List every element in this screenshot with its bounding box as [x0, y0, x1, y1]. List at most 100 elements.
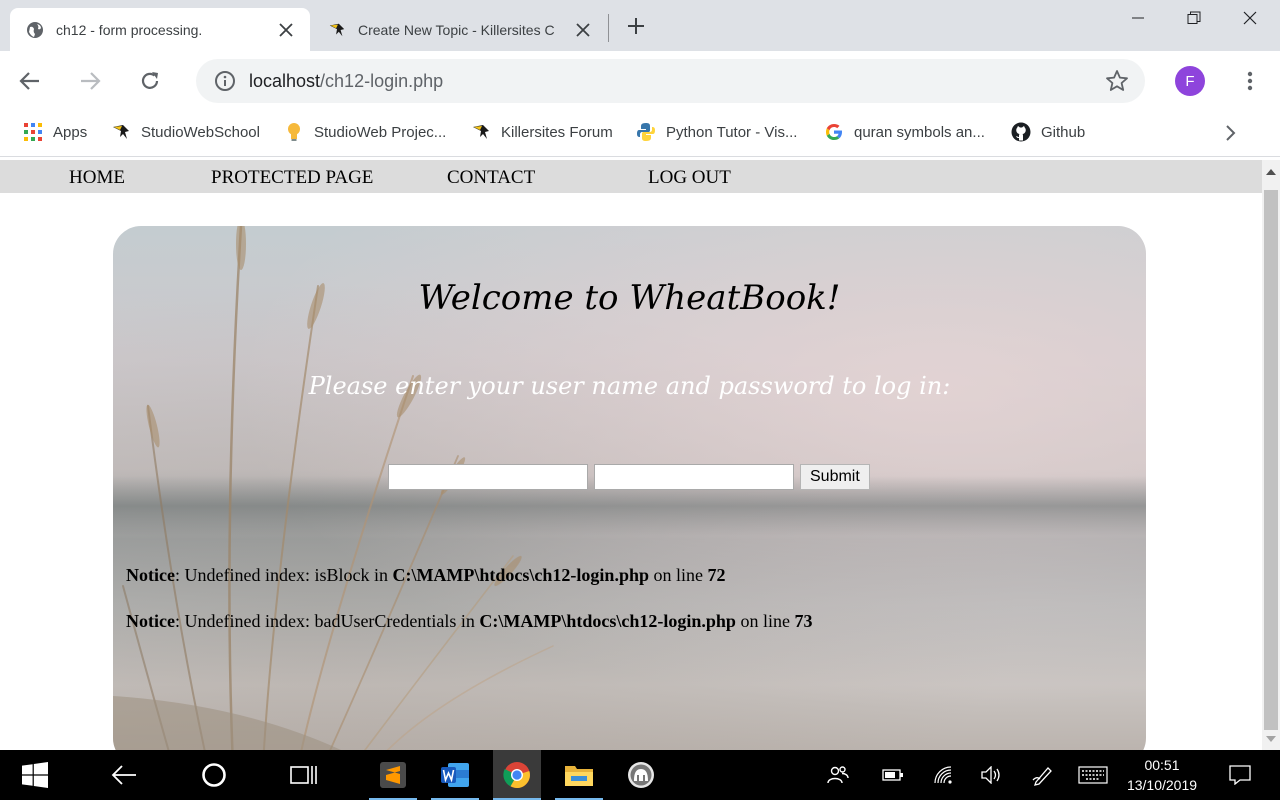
clock-date: 13/10/2019 — [1126, 777, 1198, 793]
tab-title: ch12 - form processing. — [56, 21, 203, 38]
minimize-icon — [1132, 17, 1144, 19]
bookmark-label: StudioWeb Projec... — [314, 123, 447, 141]
notice-label: Notice — [126, 611, 175, 631]
tab-create-new-topic[interactable]: Create New Topic - Killersites C — [312, 8, 607, 51]
scroll-up-icon[interactable] — [1266, 168, 1276, 176]
cortana-button[interactable] — [190, 750, 238, 800]
window-close-button[interactable] — [1222, 0, 1278, 36]
killersites-icon — [328, 21, 346, 39]
back-nav-button[interactable] — [100, 750, 148, 800]
profile-avatar[interactable]: F — [1175, 66, 1205, 96]
bookmark-studiowebschool[interactable]: StudioWebSchool — [111, 122, 260, 142]
tab-ch12-form-processing[interactable]: ch12 - form processing. — [10, 8, 310, 51]
killersites-icon — [471, 122, 491, 142]
login-instructions: Please enter your user name and password… — [308, 372, 951, 400]
apps-grid-icon — [23, 122, 43, 142]
new-tab-button[interactable] — [620, 10, 652, 42]
address-path: /ch12-login.php — [320, 71, 444, 91]
bookmark-label: Python Tutor - Vis... — [666, 123, 798, 141]
notice-line-number: 73 — [794, 611, 813, 631]
bookmark-label: Github — [1041, 123, 1086, 141]
start-button[interactable] — [11, 750, 59, 800]
scroll-thumb[interactable] — [1264, 190, 1278, 730]
pen-workspace-icon[interactable] — [1025, 750, 1061, 800]
notice-message: : Undefined index: isBlock in — [174, 565, 393, 585]
info-icon[interactable] — [214, 70, 236, 97]
login-form: Submit — [388, 464, 870, 490]
bookmark-python-tutor[interactable]: Python Tutor - Vis... — [636, 122, 797, 142]
notice-line-text: on line — [648, 565, 708, 585]
nav-protected-page[interactable]: PROTECTED PAGE — [211, 167, 373, 189]
back-button[interactable] — [14, 65, 46, 97]
windows-taskbar: 00:51 13/10/2019 — [0, 750, 1280, 800]
submit-button[interactable]: Submit — [800, 464, 870, 490]
google-icon — [824, 122, 844, 142]
word-icon — [441, 763, 469, 787]
restore-icon — [1187, 11, 1201, 24]
windows-logo-icon — [22, 762, 48, 788]
cortana-circle-icon — [202, 763, 226, 787]
notice-line-text: on line — [735, 611, 795, 631]
bookmark-github[interactable]: Github — [1011, 122, 1085, 142]
nav-home[interactable]: HOME — [69, 167, 125, 189]
file-explorer-icon — [565, 766, 593, 786]
taskbar-app-file-explorer[interactable] — [555, 750, 603, 800]
notice-file: C:\MAMP\htdocs\ch12-login.php — [392, 565, 649, 585]
browser-toolbar: localhost/ch12-login.php F — [0, 51, 1280, 110]
forward-button[interactable] — [74, 65, 106, 97]
battery-icon[interactable] — [875, 750, 911, 800]
volume-icon[interactable] — [974, 750, 1010, 800]
taskbar-app-sublime-text[interactable] — [369, 750, 417, 800]
nav-contact[interactable]: CONTACT — [447, 167, 535, 189]
bookmark-apps[interactable]: Apps — [23, 122, 87, 142]
notice-file: C:\MAMP\htdocs\ch12-login.php — [479, 611, 736, 631]
username-field[interactable] — [388, 464, 588, 490]
bookmark-killersites-forum[interactable]: Killersites Forum — [471, 122, 613, 142]
close-icon[interactable] — [569, 16, 597, 44]
bookmark-studioweb-projects[interactable]: StudioWeb Projec... — [284, 122, 446, 142]
close-icon[interactable] — [272, 16, 300, 44]
password-field[interactable] — [594, 464, 794, 490]
star-icon[interactable] — [1105, 69, 1129, 98]
people-icon[interactable] — [820, 750, 856, 800]
restore-button[interactable] — [1166, 0, 1222, 36]
task-view-icon — [290, 766, 317, 784]
wifi-icon[interactable] — [925, 750, 961, 800]
taskbar-app-chrome[interactable] — [493, 750, 541, 800]
minimize-button[interactable] — [1110, 0, 1166, 36]
close-icon — [1243, 11, 1257, 25]
arrow-right-icon — [81, 72, 101, 90]
bookmark-label: Apps — [53, 123, 88, 141]
reload-button[interactable] — [134, 65, 166, 97]
browser-tab-strip: ch12 - form processing. Create New Topic… — [0, 0, 1280, 51]
menu-button[interactable] — [1234, 65, 1266, 97]
lightbulb-icon — [284, 122, 304, 142]
mamp-icon — [628, 762, 654, 788]
bookmark-quran-symbols[interactable]: quran symbols an... — [824, 122, 985, 142]
page-scrollbar[interactable] — [1262, 160, 1280, 750]
scroll-down-icon[interactable] — [1266, 735, 1276, 743]
notice-message: : Undefined index: badUserCredentials in — [174, 611, 480, 631]
killersites-icon — [111, 122, 131, 142]
address-url: localhost/ch12-login.php — [249, 71, 443, 92]
chrome-icon — [503, 762, 530, 789]
chevron-right-icon[interactable] — [1220, 123, 1240, 143]
keyboard-icon[interactable] — [1075, 750, 1111, 800]
notice-label: Notice — [126, 565, 175, 585]
task-view-button[interactable] — [280, 750, 328, 800]
bookmarks-bar: Apps StudioWebSchool StudioWeb Projec...… — [0, 110, 1280, 157]
tab-title: Create New Topic - Killersites C — [358, 21, 555, 38]
notifications-icon[interactable] — [1222, 750, 1258, 800]
system-clock[interactable]: 00:51 13/10/2019 — [1120, 755, 1204, 795]
bookmark-label: StudioWebSchool — [141, 123, 260, 141]
page-title: Welcome to WheatBook! — [418, 278, 841, 318]
github-icon — [1011, 122, 1031, 142]
address-bar[interactable]: localhost/ch12-login.php — [196, 59, 1145, 103]
taskbar-app-mamp[interactable] — [617, 750, 665, 800]
sublime-text-icon — [380, 762, 406, 788]
bookmark-label: Killersites Forum — [501, 123, 613, 141]
nav-log-out[interactable]: LOG OUT — [648, 167, 731, 189]
bookmark-label: quran symbols an... — [854, 123, 985, 141]
taskbar-app-word[interactable] — [431, 750, 479, 800]
php-notice: Notice: Undefined index: badUserCredenti… — [126, 611, 812, 632]
